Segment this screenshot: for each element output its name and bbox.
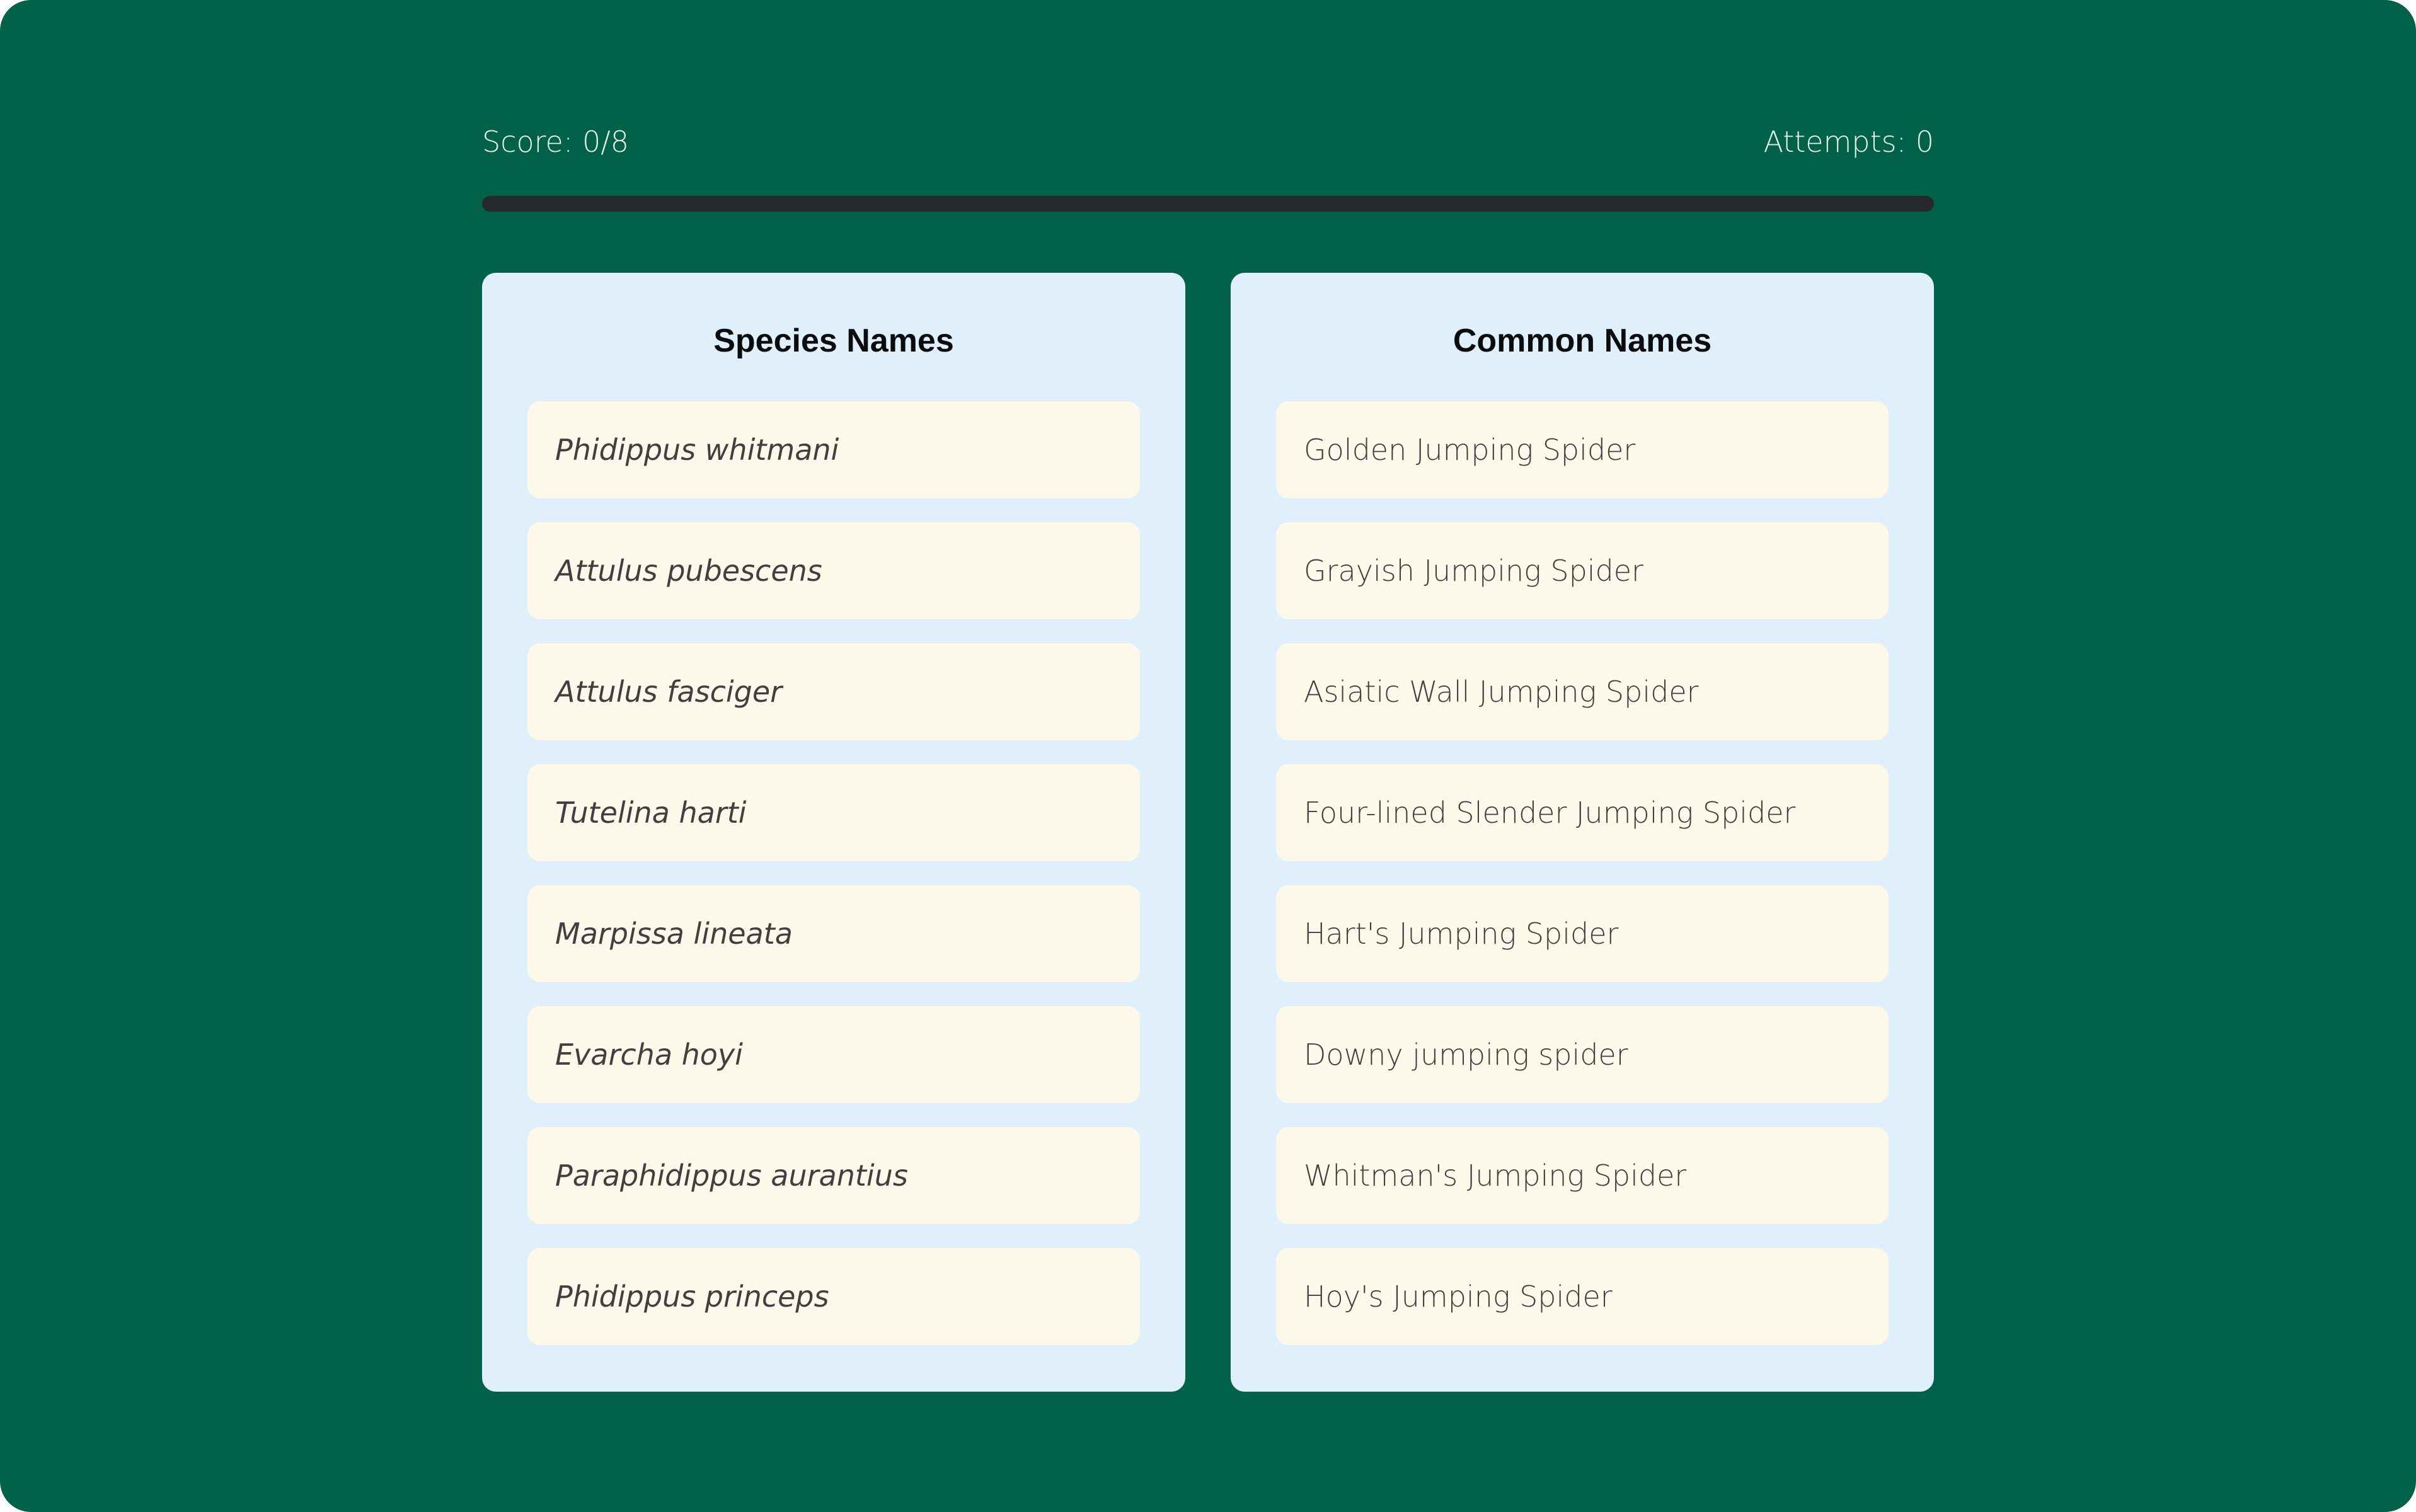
common-card-whitmans-jumping-spider[interactable]: Whitman's Jumping Spider: [1276, 1127, 1889, 1224]
species-names-list: Phidippus whitmani Attulus pubescens Att…: [527, 401, 1140, 1369]
species-card-evarcha-hoyi[interactable]: Evarcha hoyi: [527, 1006, 1140, 1103]
species-card-marpissa-lineata[interactable]: Marpissa lineata: [527, 885, 1140, 982]
attempts-display: Attempts: 0: [1763, 125, 1934, 159]
species-card-attulus-pubescens[interactable]: Attulus pubescens: [527, 522, 1140, 619]
species-card-attulus-fasciger[interactable]: Attulus fasciger: [527, 643, 1140, 740]
species-card-tutelina-harti[interactable]: Tutelina harti: [527, 764, 1140, 861]
progress-bar: [482, 196, 1934, 212]
common-card-downy-jumping-spider[interactable]: Downy jumping spider: [1276, 1006, 1889, 1103]
species-card-phidippus-whitmani[interactable]: Phidippus whitmani: [527, 401, 1140, 498]
score-display: Score: 0/8: [482, 125, 629, 159]
common-card-harts-jumping-spider[interactable]: Hart's Jumping Spider: [1276, 885, 1889, 982]
common-card-asiatic-wall-jumping-spider[interactable]: Asiatic Wall Jumping Spider: [1276, 643, 1889, 740]
species-card-paraphidippus-aurantius[interactable]: Paraphidippus aurantius: [527, 1127, 1140, 1224]
species-names-column: Species Names Phidippus whitmani Attulus…: [482, 273, 1185, 1392]
species-names-title: Species Names: [713, 323, 954, 359]
common-card-grayish-jumping-spider[interactable]: Grayish Jumping Spider: [1276, 522, 1889, 619]
stats-bar: Score: 0/8 Attempts: 0: [482, 120, 1934, 164]
matching-game: Score: 0/8 Attempts: 0 Species Names Phi…: [0, 0, 2416, 1512]
common-names-column: Common Names Golden Jumping Spider Grayi…: [1231, 273, 1934, 1392]
species-card-phidippus-princeps[interactable]: Phidippus princeps: [527, 1248, 1140, 1345]
common-names-list: Golden Jumping Spider Grayish Jumping Sp…: [1276, 401, 1889, 1369]
common-card-golden-jumping-spider[interactable]: Golden Jumping Spider: [1276, 401, 1889, 498]
common-card-hoys-jumping-spider[interactable]: Hoy's Jumping Spider: [1276, 1248, 1889, 1345]
common-names-title: Common Names: [1452, 323, 1712, 359]
common-card-four-lined-slender-jumping-spider[interactable]: Four-lined Slender Jumping Spider: [1276, 764, 1889, 861]
